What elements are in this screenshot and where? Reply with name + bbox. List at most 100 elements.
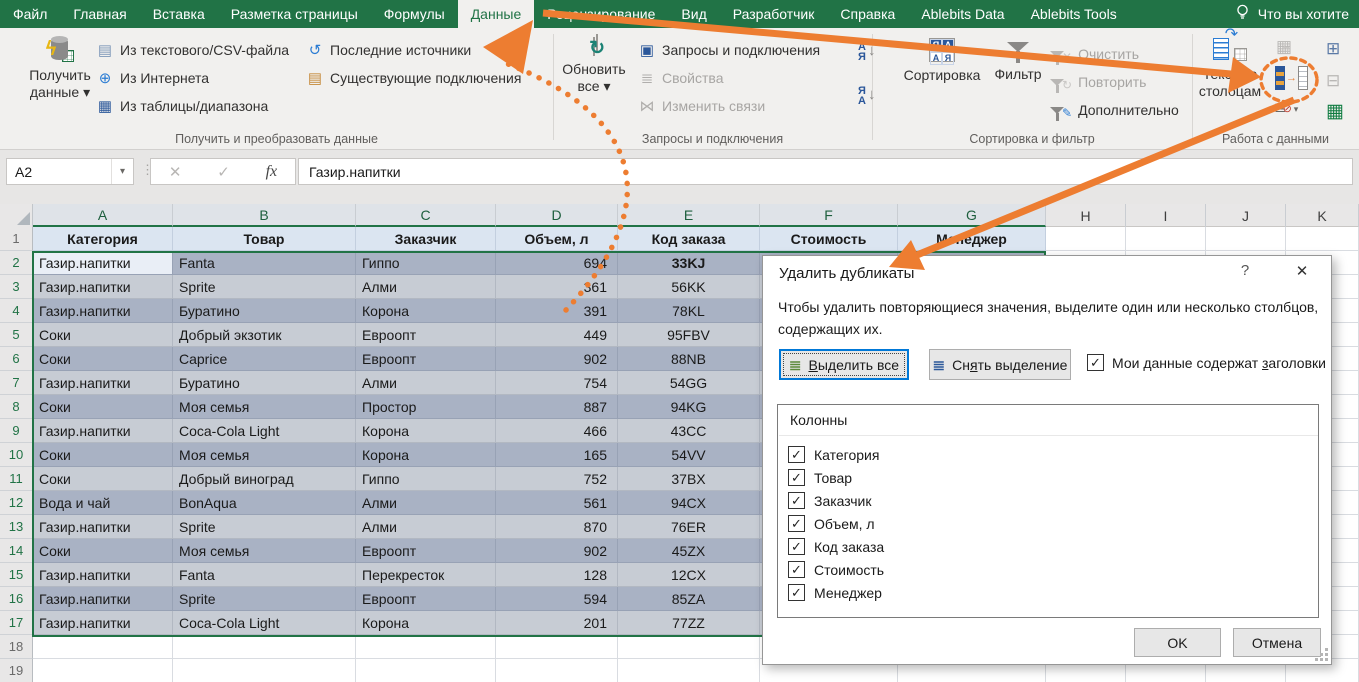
cell-C8[interactable]: Простор	[356, 395, 496, 419]
cell-D12[interactable]: 561	[496, 491, 618, 515]
cell-D9[interactable]: 466	[496, 419, 618, 443]
sort-descending-button[interactable]: ЯА ↓	[858, 86, 875, 106]
cell-A9[interactable]: Газир.напитки	[33, 419, 173, 443]
tab-главная[interactable]: Главная	[60, 0, 139, 28]
cell-E2[interactable]: 33KJ	[618, 251, 760, 275]
column-option-заказчик[interactable]: ✓Заказчик	[788, 489, 884, 512]
cell-F1[interactable]: Стоимость	[760, 227, 898, 251]
cell-C16[interactable]: Евроопт	[356, 587, 496, 611]
row-header-9[interactable]: 9	[0, 419, 33, 443]
cell-A12[interactable]: Вода и чай	[33, 491, 173, 515]
dialog-help-button[interactable]: ?	[1231, 262, 1259, 286]
cell-A16[interactable]: Газир.напитки	[33, 587, 173, 611]
tab-разметка-страницы[interactable]: Разметка страницы	[218, 0, 371, 28]
cell-E13[interactable]: 76ER	[618, 515, 760, 539]
cell-A2[interactable]: Газир.напитки	[33, 251, 173, 275]
cell-I1[interactable]	[1126, 227, 1206, 251]
cell-B12[interactable]: BonAqua	[173, 491, 356, 515]
cell-C3[interactable]: Алми	[356, 275, 496, 299]
row-header-8[interactable]: 8	[0, 395, 33, 419]
cell-G1[interactable]: Менеджер	[898, 227, 1046, 251]
cancel-button[interactable]: Отмена	[1233, 628, 1321, 657]
column-header-C[interactable]: C	[356, 204, 496, 227]
cell-E9[interactable]: 43CC	[618, 419, 760, 443]
cell-E4[interactable]: 78KL	[618, 299, 760, 323]
text-csv-file-button[interactable]: ▤Из текстового/CSV-файла	[96, 36, 289, 64]
cell-C9[interactable]: Корона	[356, 419, 496, 443]
sort-ascending-button[interactable]: АЯ ↓	[858, 42, 875, 62]
cell-D10[interactable]: 165	[496, 443, 618, 467]
cell-C2[interactable]: Гиппо	[356, 251, 496, 275]
dialog-close-button[interactable]: ✕	[1287, 262, 1317, 286]
cell-C13[interactable]: Алми	[356, 515, 496, 539]
row-header-14[interactable]: 14	[0, 539, 33, 563]
cell-E8[interactable]: 94KG	[618, 395, 760, 419]
existing-connections-button[interactable]: ▤Существующие подключения	[306, 64, 521, 92]
cell-E14[interactable]: 45ZX	[618, 539, 760, 563]
cell-J1[interactable]	[1206, 227, 1286, 251]
cell-A7[interactable]: Газир.напитки	[33, 371, 173, 395]
row-header-1[interactable]: 1	[0, 227, 33, 251]
flash-fill-icon[interactable]: ▦ϟ	[1276, 38, 1289, 55]
column-option-товар[interactable]: ✓Товар	[788, 466, 884, 489]
cell-B5[interactable]: Добрый экзотик	[173, 323, 356, 347]
cell-B16[interactable]: Sprite	[173, 587, 356, 611]
cell-A5[interactable]: Соки	[33, 323, 173, 347]
cell-B2[interactable]: Fanta	[173, 251, 356, 275]
column-option-категория[interactable]: ✓Категория	[788, 443, 884, 466]
tab-ablebits-tools[interactable]: Ablebits Tools	[1018, 0, 1130, 28]
column-option-код-заказа[interactable]: ✓Код заказа	[788, 535, 884, 558]
tab-вставка[interactable]: Вставка	[140, 0, 218, 28]
cell-A18[interactable]	[33, 635, 173, 659]
tab-файл[interactable]: Файл	[0, 0, 60, 28]
cell-A19[interactable]	[33, 659, 173, 682]
cell-A4[interactable]: Газир.напитки	[33, 299, 173, 323]
column-header-F[interactable]: F	[760, 204, 898, 227]
cell-B6[interactable]: Caprice	[173, 347, 356, 371]
row-header-17[interactable]: 17	[0, 611, 33, 635]
cell-B11[interactable]: Добрый виноград	[173, 467, 356, 491]
column-header-G[interactable]: G	[898, 204, 1046, 227]
cell-E16[interactable]: 85ZA	[618, 587, 760, 611]
cell-B7[interactable]: Буратино	[173, 371, 356, 395]
consolidate-icon[interactable]: ⊞	[1326, 40, 1340, 57]
column-option-объем-л[interactable]: ✓Объем, л	[788, 512, 884, 535]
cell-A6[interactable]: Соки	[33, 347, 173, 371]
cell-E17[interactable]: 77ZZ	[618, 611, 760, 635]
cell-D17[interactable]: 201	[496, 611, 618, 635]
cell-D2[interactable]: 694	[496, 251, 618, 275]
tab-данные[interactable]: Данные	[458, 0, 535, 28]
cell-D3[interactable]: 361	[496, 275, 618, 299]
column-header-E[interactable]: E	[618, 204, 760, 227]
tab-рецензирование[interactable]: Рецензирование	[534, 0, 668, 28]
column-header-B[interactable]: B	[173, 204, 356, 227]
row-header-6[interactable]: 6	[0, 347, 33, 371]
tab-вид[interactable]: Вид	[668, 0, 719, 28]
cell-C15[interactable]: Перекресток	[356, 563, 496, 587]
insert-function-icon[interactable]: fx	[266, 163, 278, 181]
advanced-filter-button[interactable]: ✎Дополнительно	[1050, 96, 1179, 124]
row-header-16[interactable]: 16	[0, 587, 33, 611]
column-header-D[interactable]: D	[496, 204, 618, 227]
get-data-button[interactable]: ϟ Получить данные ▾	[26, 32, 94, 130]
tell-me-search[interactable]: Что вы хотите	[1225, 0, 1359, 28]
unselect-all-columns-button[interactable]: ≣ Снять выделение	[929, 349, 1071, 380]
cell-E3[interactable]: 56KK	[618, 275, 760, 299]
cell-D19[interactable]	[496, 659, 618, 682]
cell-E15[interactable]: 12CX	[618, 563, 760, 587]
cell-D6[interactable]: 902	[496, 347, 618, 371]
select-all-columns-button[interactable]: ≣ Выделить все	[779, 349, 909, 380]
row-header-2[interactable]: 2	[0, 251, 33, 275]
cell-C12[interactable]: Алми	[356, 491, 496, 515]
cell-D4[interactable]: 391	[496, 299, 618, 323]
cell-B4[interactable]: Буратино	[173, 299, 356, 323]
name-box[interactable]: A2 ▾	[6, 158, 134, 185]
cell-D5[interactable]: 449	[496, 323, 618, 347]
cell-D15[interactable]: 128	[496, 563, 618, 587]
row-header-4[interactable]: 4	[0, 299, 33, 323]
select-all-corner[interactable]	[0, 204, 33, 227]
enter-entry-icon[interactable]: ✓	[217, 163, 230, 181]
cell-A14[interactable]: Соки	[33, 539, 173, 563]
cell-C18[interactable]	[356, 635, 496, 659]
tab-ablebits-data[interactable]: Ablebits Data	[908, 0, 1017, 28]
